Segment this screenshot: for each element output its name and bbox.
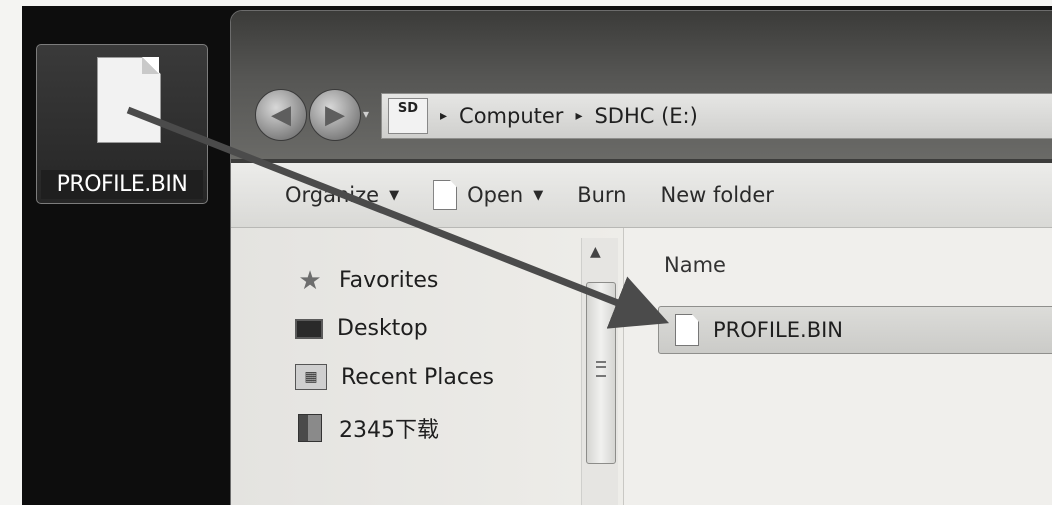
organize-button[interactable]: Organize ▼ <box>285 183 399 207</box>
sd-card-icon: SD <box>388 98 428 134</box>
new-folder-label: New folder <box>660 183 774 207</box>
grip-icon <box>596 361 606 377</box>
desktop-file-icon[interactable]: PROFILE.BIN <box>36 44 208 204</box>
explorer-window: ◀ ▶ ▾ SD ▸ Computer ▸ SDHC (E:) Organize… <box>230 10 1052 505</box>
organize-label: Organize <box>285 183 380 207</box>
file-name: PROFILE.BIN <box>713 318 844 342</box>
open-button[interactable]: Open ▼ <box>433 180 543 210</box>
sidebar-item-recent-places[interactable]: ▦ Recent Places <box>295 364 494 390</box>
breadcrumb-separator[interactable]: ▸ <box>440 108 447 124</box>
desktop-file-label: PROFILE.BIN <box>41 170 203 199</box>
chevron-down-icon: ▼ <box>389 187 400 203</box>
sidebar-item-label: Recent Places <box>341 364 494 390</box>
forward-button[interactable]: ▶ <box>309 89 361 141</box>
back-arrow-icon: ◀ <box>271 100 291 130</box>
sd-card-icon-text: SD <box>397 101 419 116</box>
desktop-icon <box>295 318 323 339</box>
file-row[interactable]: PROFILE.BIN <box>658 306 1052 354</box>
sidebar-item-downloads[interactable]: 2345下载 <box>295 412 439 444</box>
document-fold <box>142 57 159 74</box>
title-bar: ◀ ▶ ▾ SD ▸ Computer ▸ SDHC (E:) <box>231 11 1052 159</box>
sidebar-item-label: Desktop <box>337 316 428 341</box>
desktop: PROFILE.BIN ◀ ▶ ▾ SD ▸ Computer ▸ SDHC (… <box>22 6 1052 505</box>
open-label: Open <box>467 183 524 207</box>
folder-icon <box>295 414 325 442</box>
address-bar[interactable]: SD ▸ Computer ▸ SDHC (E:) <box>381 93 1052 139</box>
scroll-thumb[interactable] <box>586 282 616 464</box>
document-icon <box>675 314 699 346</box>
back-button[interactable]: ◀ <box>255 89 307 141</box>
sidebar-item-label: 2345下载 <box>339 418 439 443</box>
navigation-pane: ★ Favorites Desktop ▦ Recent Places 2345… <box>231 228 624 505</box>
star-icon: ★ <box>298 265 322 296</box>
sidebar-item-favorites[interactable]: ★ Favorites <box>295 265 439 296</box>
breadcrumb-separator[interactable]: ▸ <box>575 108 582 124</box>
file-list: Name PROFILE.BIN <box>624 228 1052 505</box>
scroll-up-icon[interactable]: ▲ <box>590 244 601 260</box>
document-icon <box>433 180 458 210</box>
burn-button[interactable]: Burn <box>577 183 626 207</box>
content-area: ★ Favorites Desktop ▦ Recent Places 2345… <box>231 228 1052 505</box>
command-bar: Organize ▼ Open ▼ Burn New folder <box>231 163 1052 228</box>
column-header-name[interactable]: Name <box>664 253 726 277</box>
burn-label: Burn <box>577 183 627 207</box>
folder-icon-shape <box>298 414 322 442</box>
recent-places-icon: ▦ <box>295 364 327 390</box>
breadcrumb-drive[interactable]: SDHC (E:) <box>594 104 697 128</box>
navigation-scrollbar[interactable]: ▲ <box>581 238 618 505</box>
chevron-down-icon[interactable]: ▼ <box>533 188 543 203</box>
new-folder-button[interactable]: New folder <box>660 183 773 207</box>
sidebar-item-label: Favorites <box>339 268 439 293</box>
forward-arrow-icon: ▶ <box>325 100 345 130</box>
breadcrumb-computer[interactable]: Computer <box>459 104 563 128</box>
chevron-down-icon[interactable]: ▾ <box>363 107 375 123</box>
sidebar-item-desktop[interactable]: Desktop <box>295 316 428 341</box>
